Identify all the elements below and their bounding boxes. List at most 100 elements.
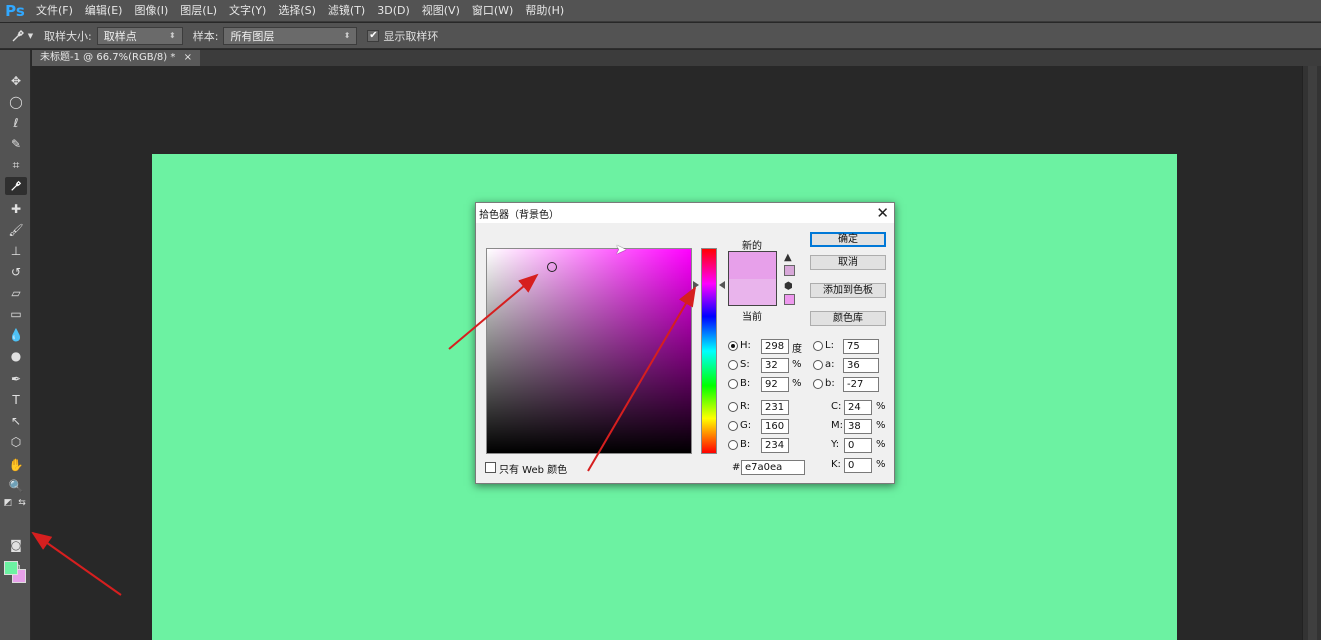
blur-tool-icon[interactable]: 💧 bbox=[5, 326, 27, 344]
red-radio[interactable] bbox=[728, 402, 738, 412]
eyedropper-tool-icon[interactable] bbox=[5, 177, 27, 195]
cube-icon[interactable]: ⬢ bbox=[784, 281, 793, 292]
ps-logo: Ps bbox=[0, 0, 30, 22]
black-label: K: bbox=[831, 459, 841, 470]
lab-l-radio[interactable] bbox=[813, 341, 823, 351]
current-color-preview[interactable] bbox=[729, 279, 776, 305]
menu-view[interactable]: 视图(V) bbox=[416, 0, 466, 22]
crop-tool-icon[interactable]: ⌗ bbox=[5, 156, 27, 174]
tool-preset-picker[interactable]: ▼ bbox=[0, 29, 44, 43]
lab-b-input[interactable]: -27 bbox=[843, 377, 879, 392]
menu-edit[interactable]: 编辑(E) bbox=[79, 0, 129, 22]
options-bar: ▼ 取样大小: 取样点 ⬍ 样本: 所有图层 ⬍ ✔ 显示取样环 bbox=[0, 23, 1321, 49]
move-tool-icon[interactable]: ✥ bbox=[5, 72, 27, 90]
sample-select[interactable]: 所有图层 ⬍ bbox=[223, 26, 358, 45]
yellow-label: Y: bbox=[831, 439, 840, 450]
blue-input[interactable]: 234 bbox=[761, 438, 789, 453]
green-label: G: bbox=[740, 420, 752, 431]
vertical-scrollbar[interactable] bbox=[1302, 66, 1321, 640]
eraser-tool-icon[interactable]: ▱ bbox=[5, 284, 27, 302]
new-color-preview bbox=[729, 252, 776, 279]
magenta-input[interactable]: 38 bbox=[844, 419, 872, 434]
saturation-label: S: bbox=[740, 359, 750, 370]
menu-file[interactable]: 文件(F) bbox=[30, 0, 79, 22]
menu-layer[interactable]: 图层(L) bbox=[174, 0, 223, 22]
add-to-swatches-button[interactable]: 添加到色板 bbox=[810, 283, 886, 298]
saturation-radio[interactable] bbox=[728, 360, 738, 370]
chevron-updown-icon: ⬍ bbox=[343, 31, 351, 40]
type-tool-icon[interactable]: T bbox=[5, 391, 27, 409]
sample-size-select[interactable]: 取样点 ⬍ bbox=[96, 26, 183, 45]
scrollbar-thumb[interactable] bbox=[1308, 66, 1317, 640]
gamut-warning-swatch[interactable] bbox=[784, 265, 795, 276]
foreground-color-swatch[interactable] bbox=[4, 561, 18, 575]
pen-tool-icon[interactable]: ✒ bbox=[5, 370, 27, 388]
default-colors-icon[interactable]: ◩ bbox=[2, 494, 14, 512]
hex-input[interactable]: e7a0ea bbox=[741, 460, 805, 475]
blue-radio[interactable] bbox=[728, 440, 738, 450]
menu-filter[interactable]: 滤镜(T) bbox=[322, 0, 371, 22]
lab-l-input[interactable]: 75 bbox=[843, 339, 879, 354]
menu-image[interactable]: 图像(I) bbox=[128, 0, 174, 22]
history-brush-tool-icon[interactable]: ↺ bbox=[5, 263, 27, 281]
document-tab[interactable]: 未标题-1 @ 66.7%(RGB/8) * × bbox=[32, 50, 200, 66]
lab-b-radio[interactable] bbox=[813, 379, 823, 389]
brightness-unit: % bbox=[792, 378, 802, 389]
brightness-radio[interactable] bbox=[728, 379, 738, 389]
healing-brush-tool-icon[interactable]: ✚ bbox=[5, 200, 27, 218]
show-ring-checkbox[interactable]: ✔ bbox=[367, 29, 380, 42]
lab-a-input[interactable]: 36 bbox=[843, 358, 879, 373]
yellow-input[interactable]: 0 bbox=[844, 438, 872, 453]
hand-tool-icon[interactable]: ✋ bbox=[5, 456, 27, 474]
green-radio[interactable] bbox=[728, 421, 738, 431]
quick-mask-icon[interactable]: ◙ bbox=[5, 536, 27, 554]
chevron-down-icon: ▼ bbox=[27, 31, 34, 40]
menu-help[interactable]: 帮助(H) bbox=[519, 0, 570, 22]
close-icon[interactable]: ✕ bbox=[876, 204, 889, 222]
lab-b-label: b: bbox=[825, 378, 835, 389]
web-colors-only-checkbox[interactable] bbox=[485, 462, 496, 473]
zoom-tool-icon[interactable]: 🔍 bbox=[5, 477, 27, 495]
lab-a-radio[interactable] bbox=[813, 360, 823, 370]
menu-select[interactable]: 选择(S) bbox=[272, 0, 322, 22]
lab-l-label: L: bbox=[825, 340, 834, 351]
gradient-tool-icon[interactable]: ▭ bbox=[5, 305, 27, 323]
color-field[interactable] bbox=[486, 248, 692, 454]
menu-window[interactable]: 窗口(W) bbox=[466, 0, 519, 22]
web-safe-swatch[interactable] bbox=[784, 294, 795, 305]
sample-label: 样本: bbox=[192, 29, 219, 43]
hue-slider-handle-right[interactable] bbox=[719, 281, 725, 289]
black-input[interactable]: 0 bbox=[844, 458, 872, 473]
cyan-input[interactable]: 24 bbox=[844, 400, 872, 415]
ok-button[interactable]: 确定 bbox=[810, 232, 886, 247]
color-libraries-button[interactable]: 颜色库 bbox=[810, 311, 886, 326]
new-color-label: 新的 bbox=[742, 241, 762, 252]
hue-slider-handle-left[interactable] bbox=[693, 281, 699, 289]
swap-colors-icon[interactable]: ⇆ bbox=[16, 494, 28, 512]
menu-type[interactable]: 文字(Y) bbox=[223, 0, 272, 22]
hue-input[interactable]: 298 bbox=[761, 339, 789, 354]
close-icon[interactable]: × bbox=[184, 52, 192, 63]
hue-slider[interactable] bbox=[701, 248, 717, 454]
red-input[interactable]: 231 bbox=[761, 400, 789, 415]
cancel-button[interactable]: 取消 bbox=[810, 255, 886, 270]
marquee-tool-icon[interactable]: ◯ bbox=[5, 93, 27, 111]
black-unit: % bbox=[876, 459, 886, 470]
clone-stamp-tool-icon[interactable]: ⊥ bbox=[5, 242, 27, 260]
warning-icon[interactable]: ▲ bbox=[784, 252, 792, 263]
brightness-input[interactable]: 92 bbox=[761, 377, 789, 392]
lasso-tool-icon[interactable]: ℓ bbox=[5, 114, 27, 132]
dodge-tool-icon[interactable]: ● bbox=[5, 347, 27, 365]
path-select-tool-icon[interactable]: ↖ bbox=[5, 412, 27, 430]
green-input[interactable]: 160 bbox=[761, 419, 789, 434]
shape-tool-icon[interactable]: ⬡ bbox=[5, 433, 27, 451]
menu-3d[interactable]: 3D(D) bbox=[371, 0, 416, 22]
tools-panel: ✥ ◯ ℓ ✎ ⌗ ✚ 🖌 ⊥ ↺ ▱ ▭ 💧 ● ✒ T ↖ ⬡ ✋ 🔍 ◩ … bbox=[0, 50, 31, 640]
color-preview bbox=[728, 251, 777, 306]
color-field-marker[interactable] bbox=[547, 262, 557, 272]
quick-select-tool-icon[interactable]: ✎ bbox=[5, 135, 27, 153]
hue-radio[interactable] bbox=[728, 341, 738, 351]
dialog-title: 拾色器（背景色） bbox=[479, 210, 559, 221]
saturation-input[interactable]: 32 bbox=[761, 358, 789, 373]
brush-tool-icon[interactable]: 🖌 bbox=[5, 221, 27, 239]
